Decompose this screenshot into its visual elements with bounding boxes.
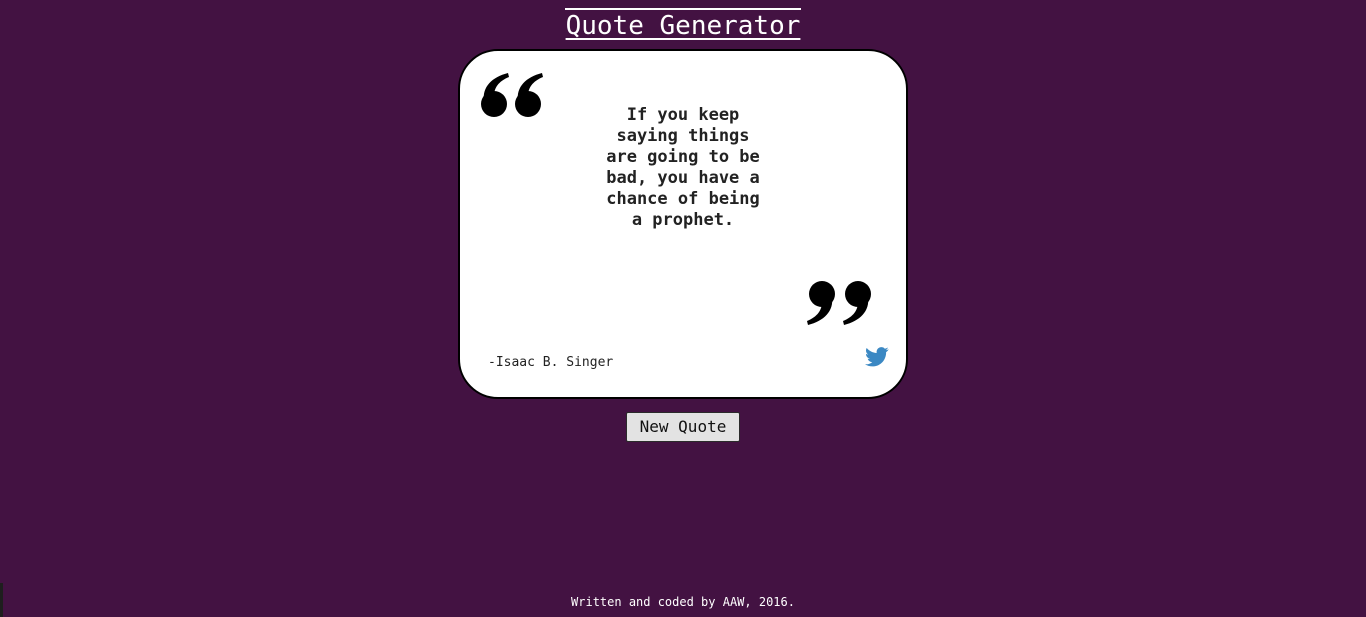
quote-card: If you keep saying things are going to b…	[458, 49, 908, 399]
page-title: Quote Generator	[564, 8, 802, 42]
footer-credit: Written and coded by AAW, 2016.	[571, 595, 795, 609]
open-quote-icon	[481, 73, 543, 117]
twitter-icon[interactable]	[865, 347, 889, 367]
quote-text: If you keep saying things are going to b…	[606, 105, 760, 230]
quote-author: -Isaac B. Singer	[488, 355, 614, 370]
header: Quote Generator	[0, 8, 1366, 42]
new-quote-button[interactable]: New Quote	[626, 412, 740, 442]
close-quote-icon	[807, 281, 871, 325]
page-edge-marker	[0, 583, 3, 617]
